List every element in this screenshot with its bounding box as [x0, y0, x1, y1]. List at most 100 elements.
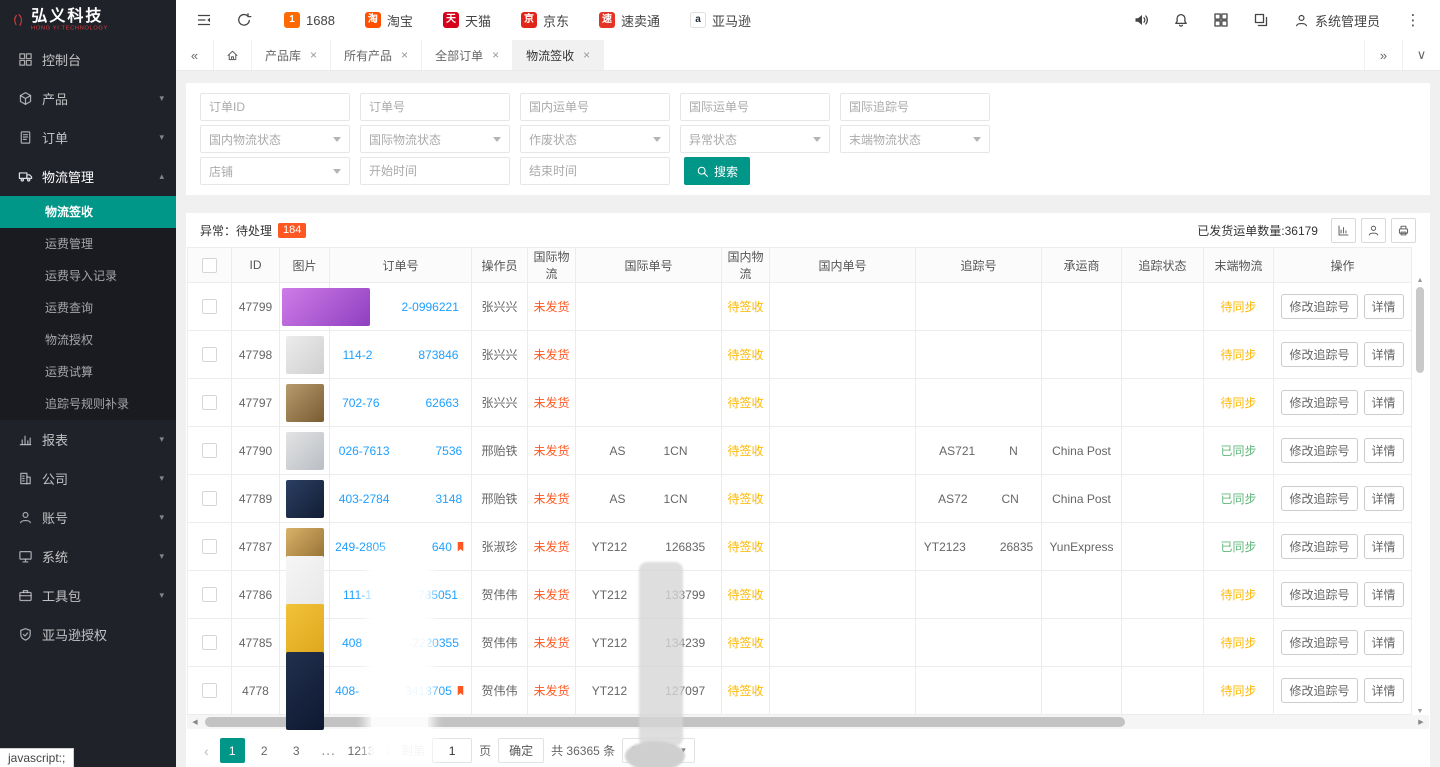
- shop-select[interactable]: 店铺: [200, 157, 350, 185]
- exception-status-select[interactable]: 异常状态: [680, 125, 830, 153]
- sidebar-item-amazon-auth[interactable]: 亚马逊授权: [0, 615, 176, 654]
- row-checkbox[interactable]: [202, 635, 217, 650]
- product-image[interactable]: [286, 384, 324, 422]
- sidebar-subitem[interactable]: 运费查询: [0, 292, 176, 324]
- order-id-input[interactable]: [200, 93, 350, 121]
- platform-aliexpress[interactable]: 速 速卖通: [599, 11, 660, 30]
- intl-trace-input[interactable]: [840, 93, 990, 121]
- sidebar-subitem[interactable]: 追踪号规则补录: [0, 388, 176, 420]
- product-image[interactable]: [282, 288, 370, 326]
- edit-tracking-button[interactable]: 修改追踪号: [1281, 390, 1357, 415]
- platform-1688[interactable]: 1 1688: [284, 12, 335, 28]
- details-button[interactable]: 详情: [1364, 342, 1404, 367]
- product-image[interactable]: [286, 480, 324, 518]
- edit-tracking-button[interactable]: 修改追踪号: [1281, 342, 1357, 367]
- page-button-3[interactable]: 3: [284, 738, 309, 763]
- edit-tracking-button[interactable]: 修改追踪号: [1281, 438, 1357, 463]
- tab-3[interactable]: 物流签收 ×: [513, 40, 604, 70]
- product-image[interactable]: [286, 432, 324, 470]
- edit-tracking-button[interactable]: 修改追踪号: [1281, 294, 1357, 319]
- order-link[interactable]: 114-2873846: [343, 348, 459, 362]
- sidebar-item-company[interactable]: 公司 ▾: [0, 459, 176, 498]
- sidebar-item-report[interactable]: 报表 ▾: [0, 420, 176, 459]
- domestic-waybill-input[interactable]: [520, 93, 670, 121]
- row-checkbox[interactable]: [202, 587, 217, 602]
- edit-tracking-button[interactable]: 修改追踪号: [1281, 486, 1357, 511]
- sidebar-item-logistics[interactable]: 物流管理 ▴: [0, 157, 176, 196]
- endpoint-status-select[interactable]: 末端物流状态: [840, 125, 990, 153]
- confirm-button[interactable]: 确定: [498, 738, 544, 763]
- details-button[interactable]: 详情: [1364, 486, 1404, 511]
- horizontal-scroll-thumb[interactable]: [205, 717, 1125, 727]
- print-icon[interactable]: [1391, 218, 1416, 243]
- edit-tracking-button[interactable]: 修改追踪号: [1281, 582, 1357, 607]
- platform-amazon[interactable]: a 亚马逊: [690, 11, 751, 30]
- edit-tracking-button[interactable]: 修改追踪号: [1281, 678, 1357, 703]
- platform-jd[interactable]: 京 京东: [521, 11, 569, 30]
- sidebar-subitem[interactable]: 运费导入记录: [0, 260, 176, 292]
- scroll-up-icon[interactable]: ▲: [1417, 277, 1424, 284]
- next-page-icon[interactable]: ›: [381, 743, 394, 759]
- horizontal-scrollbar[interactable]: ◀ ▶: [187, 715, 1429, 729]
- page-button-1213[interactable]: 1213: [348, 738, 375, 763]
- vertical-scroll-thumb[interactable]: [1416, 287, 1424, 373]
- sidebar-item-console[interactable]: 控制台: [0, 40, 176, 79]
- sidebar-subitem[interactable]: 运费试算: [0, 356, 176, 388]
- user-menu[interactable]: 系统管理员: [1282, 11, 1392, 30]
- platform-tmall[interactable]: 天 天猫: [443, 11, 491, 30]
- tab-2[interactable]: 全部订单 ×: [422, 40, 513, 70]
- sidebar-subitem[interactable]: 物流签收: [0, 196, 176, 228]
- order-link[interactable]: 408-3418705: [335, 684, 452, 698]
- apps-grid-icon[interactable]: [1202, 0, 1240, 40]
- start-time-input[interactable]: [360, 157, 510, 185]
- page-button-2[interactable]: 2: [252, 738, 277, 763]
- sidebar-item-toolkit[interactable]: 工具包 ▾: [0, 576, 176, 615]
- details-button[interactable]: 详情: [1364, 582, 1404, 607]
- tab-close-icon[interactable]: ×: [492, 48, 499, 62]
- scroll-left-icon[interactable]: ◀: [187, 718, 203, 726]
- home-tab[interactable]: [214, 40, 252, 70]
- platform-taobao[interactable]: 淘 淘宝: [365, 11, 413, 30]
- jump-page-input[interactable]: [432, 738, 472, 763]
- notification-bell-icon[interactable]: [1162, 0, 1200, 40]
- operator-filter-icon[interactable]: [1361, 218, 1386, 243]
- order-link[interactable]: 702-7662663: [342, 396, 459, 410]
- tab-0[interactable]: 产品库 ×: [252, 40, 331, 70]
- scroll-right-icon[interactable]: ▶: [1413, 718, 1429, 726]
- prev-page-icon[interactable]: ‹: [200, 743, 213, 759]
- sidebar-item-account[interactable]: 账号 ▾: [0, 498, 176, 537]
- details-button[interactable]: 详情: [1364, 438, 1404, 463]
- search-button[interactable]: 搜索: [684, 157, 750, 185]
- page-button-1[interactable]: 1: [220, 738, 245, 763]
- layout-switch-icon[interactable]: [1242, 0, 1280, 40]
- tab-close-icon[interactable]: ×: [401, 48, 408, 62]
- intl-waybill-input[interactable]: [680, 93, 830, 121]
- details-button[interactable]: 详情: [1364, 630, 1404, 655]
- end-time-input[interactable]: [520, 157, 670, 185]
- per-page-select[interactable]: 30 条/页▾: [622, 738, 695, 763]
- mute-icon[interactable]: [1122, 0, 1160, 40]
- tab-1[interactable]: 所有产品 ×: [331, 40, 422, 70]
- more-options-icon[interactable]: ⋮: [1394, 0, 1432, 40]
- edit-tracking-button[interactable]: 修改追踪号: [1281, 534, 1357, 559]
- sidebar-item-product[interactable]: 产品 ▾: [0, 79, 176, 118]
- details-button[interactable]: 详情: [1364, 678, 1404, 703]
- scroll-tabs-left-icon[interactable]: «: [176, 40, 214, 70]
- product-image[interactable]: [286, 652, 324, 730]
- order-link[interactable]: 408-2220355: [342, 636, 459, 650]
- details-button[interactable]: 详情: [1364, 294, 1404, 319]
- horizontal-scroll-track[interactable]: [203, 717, 1413, 727]
- chart-icon[interactable]: [1331, 218, 1356, 243]
- order-link[interactable]: 026-76137536: [339, 444, 462, 458]
- domestic-status-select[interactable]: 国内物流状态: [200, 125, 350, 153]
- collapse-sidebar-icon[interactable]: [184, 0, 224, 40]
- row-checkbox[interactable]: [202, 299, 217, 314]
- order-link[interactable]: 403-27843148: [339, 492, 462, 506]
- tab-operations-icon[interactable]: ∨: [1402, 40, 1440, 70]
- edit-tracking-button[interactable]: 修改追踪号: [1281, 630, 1357, 655]
- refresh-icon[interactable]: [224, 0, 264, 40]
- void-status-select[interactable]: 作废状态: [520, 125, 670, 153]
- details-button[interactable]: 详情: [1364, 534, 1404, 559]
- order-link[interactable]: 111-1785051: [343, 588, 458, 602]
- row-checkbox[interactable]: [202, 539, 217, 554]
